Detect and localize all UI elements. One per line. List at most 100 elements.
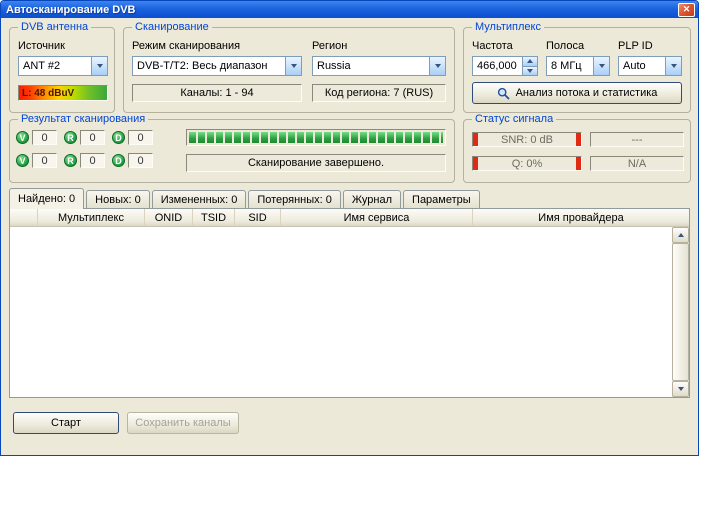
column-header-service-name[interactable]: Имя сервиса (281, 209, 473, 226)
spin-down-icon[interactable] (523, 66, 537, 76)
scrollbar-thumb[interactable] (672, 243, 689, 381)
result-tabs: Найдено: 0 Новых: 0 Измененных: 0 Потеря… (9, 188, 482, 208)
group-scanning-title: Сканирование (132, 21, 212, 33)
channels-range-text: Каналы: 1 - 94 (180, 87, 253, 99)
frequency-label: Частота (472, 40, 513, 52)
snr-label: SNR: 0 dB (478, 133, 576, 146)
channels-range-status: Каналы: 1 - 94 (132, 84, 302, 102)
chevron-down-icon (593, 57, 609, 75)
chevron-down-icon (665, 57, 681, 75)
scan-progress-bar (186, 129, 446, 146)
scan-status-box: Сканирование завершено. (186, 154, 446, 172)
group-signal-status-title: Статус сигнала (472, 113, 556, 125)
quality-value: N/A (628, 158, 646, 170)
scroll-up-icon[interactable] (672, 227, 689, 243)
indicator-d2-icon: D (112, 154, 125, 167)
indicator-r2-value: 0 (80, 153, 105, 168)
progress-fill (189, 132, 443, 143)
frequency-stepper[interactable]: 466,000 (472, 56, 538, 76)
tab-log-label: Журнал (352, 194, 392, 206)
region-code-status: Код региона: 7 (RUS) (312, 84, 446, 102)
region-label: Регион (312, 40, 347, 52)
region-value: Russia (313, 57, 429, 75)
snr-value: --- (632, 134, 643, 146)
bandwidth-label: Полоса (546, 40, 584, 52)
scan-mode-label: Режим сканирования (132, 40, 240, 52)
vertical-scrollbar[interactable] (672, 227, 689, 397)
group-multiplex-title: Мультиплекс (472, 21, 544, 33)
column-header-onid[interactable]: ONID (145, 209, 193, 226)
signal-level-text: L: 48 dBuV (22, 88, 74, 99)
group-dvb-antenna-title: DVB антенна (18, 21, 91, 33)
antenna-source-value: ANT #2 (19, 57, 91, 75)
plp-id-select[interactable]: Auto (618, 56, 682, 76)
tab-found-label: Найдено: 0 (18, 193, 75, 205)
scan-status-text: Сканирование завершено. (248, 157, 384, 169)
tab-log[interactable]: Журнал (343, 190, 401, 208)
antenna-source-select[interactable]: ANT #2 (18, 56, 108, 76)
column-header-provider-name[interactable]: Имя провайдера (473, 209, 689, 226)
tab-lost[interactable]: Потерянных: 0 (248, 190, 341, 208)
channel-list-panel: Мультиплекс ONID TSID SID Имя сервиса Им… (9, 208, 690, 398)
indicator-r1-icon: R (64, 131, 77, 144)
chevron-down-icon (285, 57, 301, 75)
column-header-sid[interactable]: SID (235, 209, 281, 226)
scan-mode-select[interactable]: DVB-T/T2: Весь диапазон (132, 56, 302, 76)
snr-value-box: --- (590, 132, 684, 147)
tab-parameters-label: Параметры (412, 194, 471, 206)
chevron-down-icon (429, 57, 445, 75)
magnifier-icon (497, 87, 510, 100)
quality-gauge-right-mark (576, 157, 581, 170)
save-channels-button[interactable]: Сохранить каналы (127, 412, 239, 434)
group-scanning: Сканирование Режим сканирования DVB-T/T2… (123, 27, 455, 113)
snr-gauge-right-mark (576, 133, 581, 146)
frequency-value: 466,000 (473, 57, 522, 75)
group-scan-result: Результат сканирования V 0 R 0 D 0 V 0 R… (9, 119, 455, 183)
tab-changed[interactable]: Измененных: 0 (152, 190, 247, 208)
start-button[interactable]: Старт (13, 412, 119, 434)
channel-list-header: Мультиплекс ONID TSID SID Имя сервиса Им… (10, 209, 689, 227)
tab-found[interactable]: Найдено: 0 (9, 188, 84, 209)
tab-new[interactable]: Новых: 0 (86, 190, 150, 208)
bandwidth-value: 8 МГц (547, 57, 593, 75)
region-select[interactable]: Russia (312, 56, 446, 76)
close-icon[interactable]: ✕ (678, 3, 695, 17)
bandwidth-select[interactable]: 8 МГц (546, 56, 610, 76)
indicator-d1-icon: D (112, 131, 125, 144)
plp-id-value: Auto (619, 57, 665, 75)
quality-gauge: Q: 0% (472, 156, 582, 171)
analyze-stream-label: Анализ потока и статистика (516, 87, 658, 99)
start-button-label: Старт (51, 417, 81, 429)
column-header-multiplex[interactable]: Мультиплекс (38, 209, 145, 226)
tab-new-label: Новых: 0 (95, 194, 141, 206)
window-title: Автосканирование DVB (6, 4, 678, 16)
spin-up-icon[interactable] (523, 57, 537, 66)
column-header-tsid[interactable]: TSID (193, 209, 235, 226)
indicator-r1-value: 0 (80, 130, 105, 145)
analyze-stream-button[interactable]: Анализ потока и статистика (472, 82, 682, 104)
tab-parameters[interactable]: Параметры (403, 190, 480, 208)
indicator-d1-value: 0 (128, 130, 153, 145)
titlebar[interactable]: Автосканирование DVB ✕ (1, 1, 698, 18)
chevron-down-icon (91, 57, 107, 75)
signal-level-meter: L: 48 dBuV (18, 85, 108, 101)
group-scan-result-title: Результат сканирования (18, 113, 148, 125)
quality-value-box: N/A (590, 156, 684, 171)
scan-mode-value: DVB-T/T2: Весь диапазон (133, 57, 285, 75)
plp-id-label: PLP ID (618, 40, 653, 52)
save-channels-label: Сохранить каналы (135, 417, 230, 429)
indicator-v2-value: 0 (32, 153, 57, 168)
column-header-check[interactable] (10, 209, 38, 226)
indicator-v2-icon: V (16, 154, 29, 167)
snr-gauge: SNR: 0 dB (472, 132, 582, 147)
tab-changed-label: Измененных: 0 (161, 194, 238, 206)
group-signal-status: Статус сигнала SNR: 0 dB --- Q: 0% N/A (463, 119, 691, 183)
tab-lost-label: Потерянных: 0 (257, 194, 332, 206)
autoscan-dialog: Автосканирование DVB ✕ DVB антенна Источ… (0, 0, 699, 456)
scroll-down-icon[interactable] (672, 381, 689, 397)
group-multiplex: Мультиплекс Частота 466,000 Полоса 8 МГц… (463, 27, 691, 113)
indicator-v1-value: 0 (32, 130, 57, 145)
quality-label: Q: 0% (478, 157, 576, 170)
frequency-spin-buttons (522, 57, 537, 75)
channel-list-body[interactable] (10, 227, 672, 397)
